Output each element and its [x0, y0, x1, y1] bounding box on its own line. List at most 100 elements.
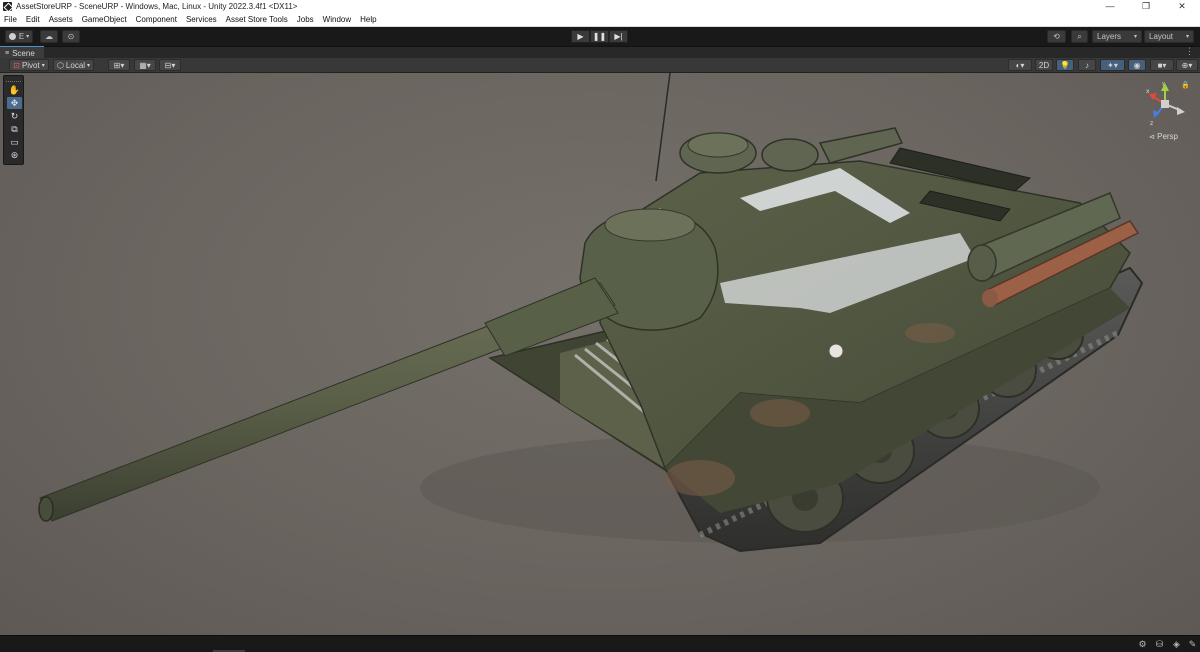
svg-text:z: z — [1150, 120, 1153, 127]
search-button[interactable]: ⌕ — [1071, 30, 1088, 43]
scene-toolbar: ⊡ Pivot ▾ ⬡ Local ▾ ⊞▾ ▦▾ ⊟▾ ◐▾ 2D 💡 ♪ ✦… — [0, 58, 1200, 73]
audio-toggle[interactable]: ♪ — [1078, 59, 1096, 71]
svg-text:y: y — [1162, 81, 1165, 87]
pivot-label: Pivot — [21, 60, 40, 70]
menu-jobs[interactable]: Jobs — [293, 15, 319, 24]
pivot-dropdown[interactable]: ⊡ Pivot ▾ — [9, 59, 49, 71]
bug-report-icon[interactable]: ✎ — [1187, 639, 1198, 650]
step-button[interactable]: ▶| — [609, 30, 628, 43]
cloud-button[interactable]: ☁ — [40, 30, 58, 43]
persp-label: Persp — [1157, 132, 1179, 141]
playmode-controls: ▶ ❚❚ ▶| — [571, 30, 628, 43]
chevron-down-icon: ▾ — [41, 62, 45, 69]
scene-tab-bar: ≡ Scene ⋮ — [0, 46, 1200, 59]
lock-icon[interactable]: 🔒 — [1181, 81, 1190, 89]
draw-mode-dropdown[interactable]: ◐▾ — [1008, 59, 1032, 71]
persp-icon: ⊲ — [1149, 134, 1155, 141]
gizmos-icon: ⊕▾ — [1181, 60, 1193, 70]
account-label: E — [18, 32, 25, 41]
layout-dropdown[interactable]: Layout ▾ — [1144, 30, 1194, 43]
pause-icon: ❚❚ — [592, 32, 607, 41]
visibility-icon: ◉ — [1133, 60, 1141, 70]
tool-palette: ✋ ✥ ↻ ⧉ ▭ ⊛ — [3, 75, 24, 165]
step-icon: ▶| — [614, 32, 623, 41]
window-title: AssetStoreURP - SceneURP - Windows, Mac,… — [16, 2, 298, 11]
menu-assets[interactable]: Assets — [45, 15, 78, 24]
layers-dropdown[interactable]: Layers ▾ — [1092, 30, 1142, 43]
scene-tab-label: Scene — [12, 48, 35, 58]
local-label: Local — [65, 60, 86, 70]
pause-button[interactable]: ❚❚ — [590, 30, 609, 43]
scene-visibility-toggle[interactable]: ◉ — [1128, 59, 1146, 71]
move-tool[interactable]: ✥ — [7, 97, 22, 109]
cloud-icon: ☁ — [45, 32, 53, 41]
hand-tool[interactable]: ✋ — [7, 84, 22, 96]
headlight — [828, 343, 844, 359]
tool-palette-grip[interactable] — [6, 78, 21, 82]
scale-tool[interactable]: ⧉ — [7, 123, 22, 135]
menu-window[interactable]: Window — [319, 15, 356, 24]
scale-icon: ⧉ — [11, 123, 18, 134]
transform-tool[interactable]: ⊛ — [7, 149, 22, 161]
light-bulb-icon: 💡 — [1060, 60, 1070, 70]
undo-history-button[interactable]: ⟲ — [1047, 30, 1066, 43]
minimize-button[interactable]: — — [1092, 0, 1128, 13]
collab-button[interactable]: ⊙ — [62, 30, 80, 43]
2d-toggle[interactable]: 2D — [1035, 59, 1053, 71]
hand-icon: ✋ — [8, 84, 21, 95]
hatch-top — [687, 132, 749, 158]
rect-icon: ▭ — [10, 136, 19, 147]
antenna — [655, 73, 671, 182]
audio-icon: ♪ — [1085, 60, 1089, 70]
camera-icon: ■▾ — [1157, 60, 1167, 70]
menu-bar: File Edit Assets GameObject Component Se… — [0, 13, 1200, 27]
muzzle — [38, 496, 54, 522]
compile-status-icon[interactable]: ◈ — [1171, 639, 1182, 650]
menu-help[interactable]: Help — [356, 15, 381, 24]
tank-model — [38, 73, 1144, 553]
increment-snap-dropdown[interactable]: ⊟▾ — [159, 59, 181, 71]
menu-gameobject[interactable]: GameObject — [78, 15, 132, 24]
unity-editor: AssetStoreURP - SceneURP - Windows, Mac,… — [0, 0, 1200, 652]
maximize-button[interactable]: ❐ — [1128, 0, 1164, 13]
menu-edit[interactable]: Edit — [22, 15, 45, 24]
cache-server-icon[interactable]: ⛁ — [1154, 639, 1165, 650]
chevron-down-icon: ▾ — [87, 62, 91, 69]
close-button[interactable]: ✕ — [1164, 0, 1200, 13]
lighting-toggle[interactable]: 💡 — [1056, 59, 1074, 71]
grid-visibility-dropdown[interactable]: ▦▾ — [134, 59, 156, 71]
unity-logo-icon — [3, 2, 12, 11]
snap-icon: ⊟▾ — [164, 60, 176, 70]
status-bar: ⚙ ⛁ ◈ ✎ — [0, 635, 1200, 652]
effects-dropdown[interactable]: ✦▾ — [1100, 59, 1125, 71]
pivot-icon: ⊡ — [13, 60, 20, 70]
menu-services[interactable]: Services — [182, 15, 222, 24]
camera-dropdown[interactable]: ■▾ — [1150, 59, 1174, 71]
scene-viewport[interactable]: ✋ ✥ ↻ ⧉ ▭ ⊛ x z y 🔒 ⊲ Persp — [0, 73, 1200, 635]
account-dropdown[interactable]: E ▾ — [5, 30, 33, 43]
window-titlebar: AssetStoreURP - SceneURP - Windows, Mac,… — [0, 0, 1200, 13]
menu-file[interactable]: File — [0, 15, 22, 24]
shading-icon: ◐▾ — [1015, 60, 1025, 70]
grid-snap-dropdown[interactable]: ⊞▾ — [108, 59, 130, 71]
projection-toggle[interactable]: ⊲ Persp — [1149, 132, 1178, 141]
layers-label: Layers — [1097, 32, 1122, 41]
window-controls: — ❐ ✕ — [1092, 0, 1200, 13]
layout-label: Layout — [1149, 32, 1174, 41]
chevron-down-icon: ▾ — [1185, 34, 1189, 40]
menu-component[interactable]: Component — [132, 15, 182, 24]
rotate-tool[interactable]: ↻ — [7, 110, 22, 122]
history-icon: ⟲ — [1053, 32, 1060, 41]
local-dropdown[interactable]: ⬡ Local ▾ — [53, 59, 94, 71]
menu-asset-store-tools[interactable]: Asset Store Tools — [222, 15, 293, 24]
more-options-icon[interactable]: ⋮ — [1185, 46, 1194, 57]
account-icon — [8, 33, 16, 40]
rect-tool[interactable]: ▭ — [7, 136, 22, 148]
diagnostics-icon[interactable]: ⚙ — [1137, 639, 1148, 650]
mantlet-cap — [604, 208, 696, 242]
grid-snap-icon: ⊞▾ — [113, 60, 125, 70]
svg-text:x: x — [1146, 88, 1150, 95]
play-button[interactable]: ▶ — [571, 30, 590, 43]
gizmos-dropdown[interactable]: ⊕▾ — [1176, 59, 1198, 71]
chevron-down-icon: ▾ — [26, 34, 30, 40]
